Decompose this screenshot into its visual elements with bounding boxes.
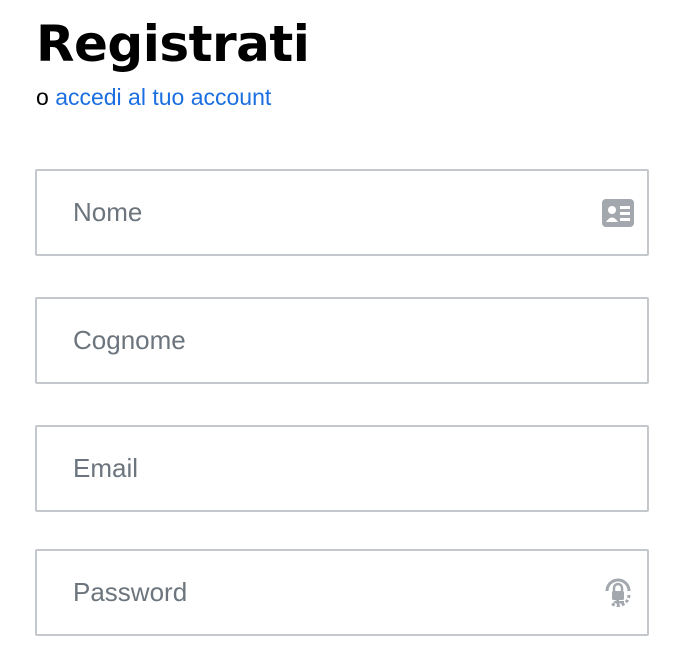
page-subtitle: o accedi al tuo account	[36, 82, 271, 112]
password-manager-icon[interactable]	[601, 576, 635, 610]
contact-card-icon[interactable]	[601, 196, 635, 230]
password-input[interactable]	[37, 551, 647, 634]
page-title: Registrati	[36, 15, 310, 73]
first-name-input[interactable]	[37, 171, 647, 254]
last-name-field[interactable]	[35, 297, 649, 384]
email-input[interactable]	[37, 427, 647, 510]
login-link[interactable]: accedi al tuo account	[55, 84, 271, 110]
email-field[interactable]	[35, 425, 649, 512]
subtitle-prefix: o	[36, 84, 49, 110]
last-name-input[interactable]	[37, 299, 647, 382]
first-name-field[interactable]	[35, 169, 649, 256]
password-field[interactable]	[35, 549, 649, 636]
